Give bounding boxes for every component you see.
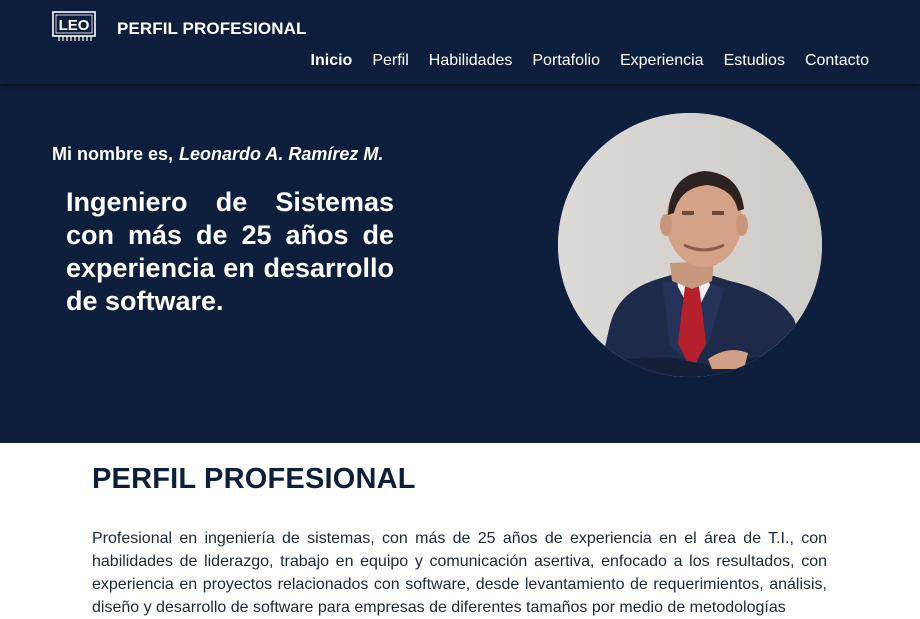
hero-section: Mi nombre es, Leonardo A. Ramírez M. Inge…	[0, 84, 920, 443]
top-navbar: LEO PERFIL PROFESIONAL Inicio Perfil Hab…	[0, 0, 920, 84]
profile-section: PERFIL PROFESIONAL Profesional en ingeni…	[0, 443, 920, 616]
nav-link-experiencia[interactable]: Experiencia	[620, 52, 704, 70]
intro-label: Mi nombre es,	[52, 144, 174, 164]
section-body: Profesional en ingeniería de sistemas, c…	[92, 530, 827, 616]
profile-photo	[558, 113, 822, 377]
nav-link-estudios[interactable]: Estudios	[724, 52, 785, 70]
hero-headline: Ingeniero de Sistemas con más de 25 años…	[66, 187, 394, 316]
person-name: Leonardo A. Ramírez M.	[179, 144, 384, 164]
circuit-board-icon[interactable]: LEO	[52, 11, 96, 42]
nav-link-perfil[interactable]: Perfil	[372, 52, 408, 70]
hero-intro: Mi nombre es, Leonardo A. Ramírez M.	[52, 144, 383, 165]
svg-text:LEO: LEO	[59, 17, 90, 34]
section-title: PERFIL PROFESIONAL	[92, 463, 416, 495]
nav-link-portafolio[interactable]: Portafolio	[532, 52, 600, 70]
nav-link-inicio[interactable]: Inicio	[311, 52, 353, 70]
nav-link-habilidades[interactable]: Habilidades	[429, 52, 513, 70]
main-nav: Inicio Perfil Habilidades Portafolio Exp…	[291, 52, 869, 70]
nav-link-contacto[interactable]: Contacto	[805, 52, 869, 70]
brand-title[interactable]: PERFIL PROFESIONAL	[117, 19, 306, 39]
